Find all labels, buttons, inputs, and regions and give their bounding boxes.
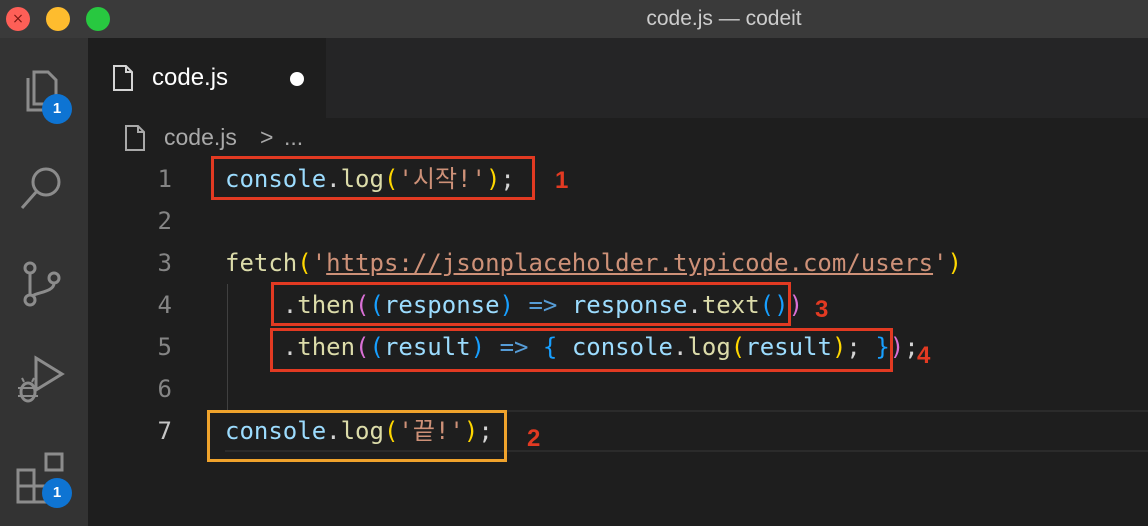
line-number: 4 xyxy=(157,291,172,319)
activity-run-debug[interactable] xyxy=(0,354,88,434)
extensions-badge: 1 xyxy=(42,478,72,508)
activity-bar: 1 1 xyxy=(0,38,88,526)
search-icon xyxy=(20,167,61,209)
annotation-label-2: 2 xyxy=(527,425,541,452)
tab-bar: code.js xyxy=(88,38,1148,118)
chevron-right-icon: > xyxy=(260,124,274,150)
code-line[interactable]: 6 xyxy=(88,368,1148,410)
breadcrumb-more[interactable]: ... xyxy=(284,124,303,151)
annotation-box-3 xyxy=(271,282,791,326)
annotation-label-4: 4 xyxy=(917,342,931,369)
source-control-icon xyxy=(23,261,61,307)
line-number: 2 xyxy=(157,207,172,235)
line-number: 1 xyxy=(157,165,172,193)
tab-label: code.js xyxy=(152,64,229,91)
activity-extensions[interactable]: 1 xyxy=(0,448,88,526)
code-text: fetch('https://jsonplaceholder.typicode.… xyxy=(225,249,962,277)
line-number: 6 xyxy=(157,375,172,403)
tab-code-js[interactable]: code.js xyxy=(88,38,326,118)
breadcrumb: code.js > ... xyxy=(88,118,1148,158)
annotation-box-1 xyxy=(211,156,535,200)
run-debug-icon xyxy=(18,355,65,403)
file-icon xyxy=(113,65,133,91)
url-link[interactable]: https://jsonplaceholder.typicode.com/use… xyxy=(326,249,933,277)
annotation-box-4 xyxy=(270,328,893,372)
activity-search[interactable] xyxy=(0,158,88,238)
code-line[interactable]: 3 fetch('https://jsonplaceholder.typicod… xyxy=(88,242,1148,284)
annotation-label-3: 3 xyxy=(815,296,829,323)
annotation-label-1: 1 xyxy=(555,167,569,194)
code-line[interactable]: 2 xyxy=(88,200,1148,242)
annotation-box-2 xyxy=(207,410,507,462)
activity-explorer[interactable]: 1 xyxy=(0,60,88,140)
file-icon xyxy=(125,125,145,151)
line-number: 3 xyxy=(157,249,172,277)
explorer-badge: 1 xyxy=(42,94,72,124)
unsaved-dot-icon[interactable] xyxy=(290,72,304,86)
window-title: code.js — codeit xyxy=(646,7,802,30)
title-bar: × code.js — codeit xyxy=(0,0,1148,38)
line-number: 7 xyxy=(157,417,172,445)
breadcrumb-file[interactable]: code.js xyxy=(164,124,237,151)
line-number: 5 xyxy=(157,333,172,361)
activity-source-control[interactable] xyxy=(0,256,88,336)
